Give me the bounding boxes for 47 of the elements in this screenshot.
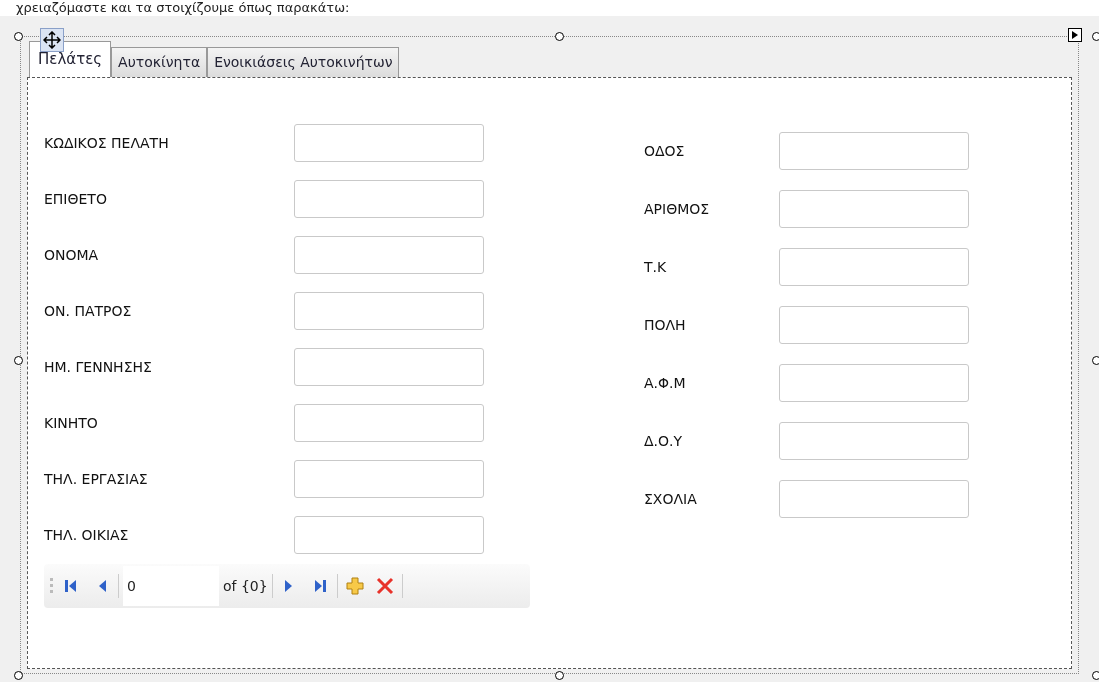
move-handle-icon[interactable]: [40, 28, 64, 52]
selection-handle[interactable]: [555, 32, 564, 41]
grip-icon: [50, 577, 54, 595]
record-count-label: of {0}: [223, 576, 268, 596]
text-field[interactable]: [779, 480, 969, 518]
text-field[interactable]: [779, 132, 969, 170]
selection-handle[interactable]: [14, 356, 23, 365]
selection-handle[interactable]: [1092, 32, 1099, 41]
selection-handle[interactable]: [14, 671, 23, 680]
selection-handle[interactable]: [555, 671, 564, 680]
text-field[interactable]: [294, 180, 484, 218]
text-field[interactable]: [779, 306, 969, 344]
field-label: ΤΗΛ. ΟΙΚΙΑΣ: [44, 525, 129, 545]
field-label: ΤΗΛ. ΕΡΓΑΣΙΑΣ: [44, 469, 148, 489]
field-label: ΟΝΟΜΑ: [44, 245, 99, 265]
caption-text: χρειαζόμαστε και τα στοιχίζουμε όπως παρακάτω:: [15, 0, 351, 16]
text-field[interactable]: [779, 190, 969, 228]
field-label: ΚΩΔΙΚΟΣ ΠΕΛΑΤΗ: [44, 133, 169, 153]
field-label: Α.Φ.Μ: [644, 373, 686, 393]
tab[interactable]: Αυτοκίνητα: [111, 47, 208, 77]
text-field[interactable]: [779, 248, 969, 286]
position-field[interactable]: 0: [123, 566, 219, 606]
selection-handle[interactable]: [1092, 356, 1099, 365]
text-field[interactable]: [779, 422, 969, 460]
text-field[interactable]: [294, 404, 484, 442]
field-label: ΟΝ. ΠΑΤΡΟΣ: [44, 301, 132, 321]
tab[interactable]: Πελάτες: [29, 41, 112, 77]
text-field[interactable]: [294, 516, 484, 554]
field-label: ΚΙΝΗΤΟ: [44, 413, 98, 433]
smart-tag-icon[interactable]: [1068, 28, 1082, 42]
field-label: ΠΟΛΗ: [644, 315, 686, 335]
field-label: ΕΠΙΘΕΤΟ: [44, 189, 107, 209]
text-field[interactable]: [294, 348, 484, 386]
text-field[interactable]: [294, 292, 484, 330]
text-field[interactable]: [294, 236, 484, 274]
field-label: ΟΔΟΣ: [644, 141, 685, 161]
text-field[interactable]: [779, 364, 969, 402]
text-field[interactable]: [294, 124, 484, 162]
field-label: ΗΜ. ΓΕΝΝΗΣΗΣ: [44, 357, 152, 377]
field-label: ΑΡΙΘΜΟΣ: [644, 199, 710, 219]
selection-handle[interactable]: [14, 32, 23, 41]
field-label: Δ.Ο.Υ: [644, 431, 683, 451]
selection-handle[interactable]: [1092, 671, 1099, 680]
field-label: Τ.Κ: [644, 257, 667, 277]
field-label: ΣΧΟΛΙΑ: [644, 489, 697, 509]
tab[interactable]: Ενοικιάσεις Αυτοκινήτων: [207, 47, 400, 77]
text-field[interactable]: [294, 460, 484, 498]
